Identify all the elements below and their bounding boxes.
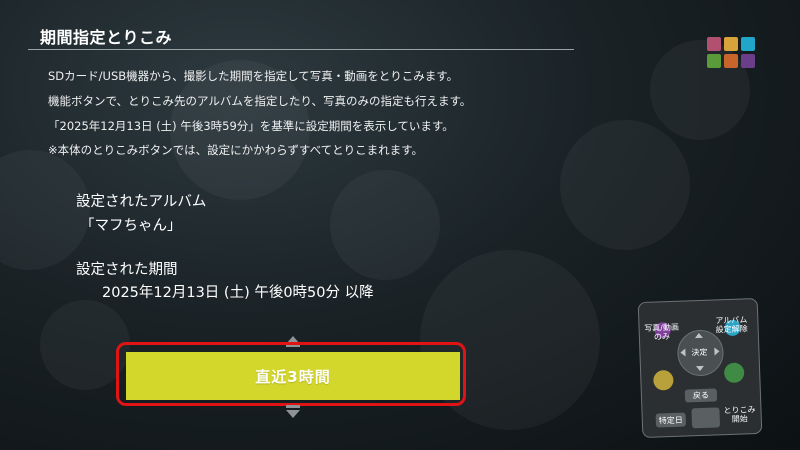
chevron-down-icon[interactable] [286, 410, 300, 418]
menu-grid-tile [707, 37, 721, 51]
remote-album-reset-label: アルバム 設定解除 [715, 315, 748, 335]
remote-guide: 写真/動画 のみ アルバム 設定解除 決定 戻る 特定日 とりこみ 開始 [637, 297, 763, 439]
period-value: 2025年12月13日 (土) 午後0時50分 以降 [102, 285, 374, 301]
menu-grid-tile [741, 54, 755, 68]
period-option-button[interactable]: 直近3時間 [126, 352, 460, 400]
description-line: ※本体のとりこみボタンでは、設定にかかわらずすべてとりこまれます。 [48, 143, 423, 157]
remote-import-start-label: とりこみ 開始 [723, 405, 756, 424]
description-line: 機能ボタンで、とりこみ先のアルバムを指定したり、写真のみの指定も行えます。 [48, 94, 472, 108]
menu-grid-icon[interactable] [707, 37, 757, 69]
menu-grid-tile [724, 37, 738, 51]
description-line: 「2025年12月13日 (土) 午後3時59分」を基準に設定期間を表示していま… [48, 119, 454, 133]
bokeh-decoration [330, 170, 440, 280]
remote-back-key: 戻る [684, 388, 718, 403]
period-label: 設定された期間 [76, 262, 178, 278]
page-title: 期間指定とりこみ [40, 28, 173, 47]
dpad-down-icon [695, 365, 705, 372]
remote-blank-key [691, 407, 721, 429]
menu-grid-tile [741, 37, 755, 51]
bokeh-decoration [560, 120, 690, 250]
album-label: 設定されたアルバム [76, 194, 207, 210]
remote-specific-date-key: 特定日 [655, 412, 687, 428]
menu-grid-tile [707, 54, 721, 68]
menu-grid-tile [724, 54, 738, 68]
dpad-right-icon [714, 347, 720, 356]
remote-ok-label: 決定 [691, 347, 708, 358]
dpad-up-icon [694, 332, 703, 339]
import-by-period-screen: 期間指定とりこみ SDカード/USB機器から、撮影した期間を指定して写真・動画を… [0, 0, 800, 450]
remote-photo-video-label: 写真/動画 のみ [644, 322, 680, 342]
title-divider [28, 49, 574, 50]
description-line: SDカード/USB機器から、撮影した期間を指定して写真・動画をとりこみます。 [48, 69, 459, 83]
album-value: 「マフちゃん」 [80, 218, 182, 234]
scroll-down-stub [286, 405, 300, 408]
dpad-left-icon [680, 348, 686, 357]
